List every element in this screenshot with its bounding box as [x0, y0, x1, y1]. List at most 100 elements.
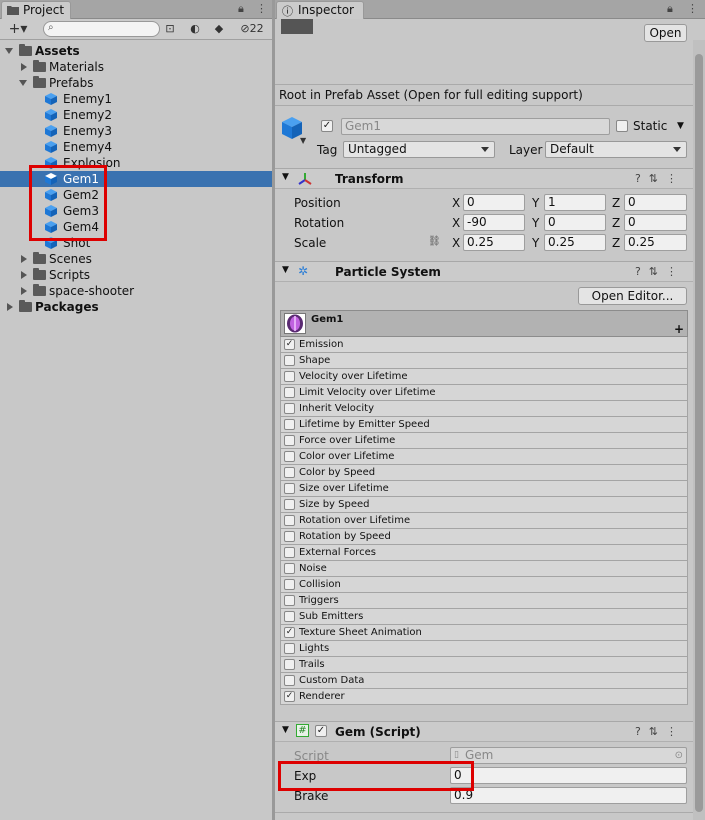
axis-label-x[interactable]: X	[452, 216, 460, 230]
axis-label-z[interactable]: Z	[612, 236, 620, 250]
collapse-arrow-icon[interactable]: ▼	[282, 172, 289, 182]
particle-module-row[interactable]: ✓ Renderer	[280, 689, 688, 705]
module-checkbox[interactable]	[284, 563, 295, 574]
tree-folder-item[interactable]: Packages	[0, 299, 272, 315]
tree-folder-item[interactable]: Prefabs	[0, 75, 272, 91]
module-checkbox[interactable]	[284, 419, 295, 430]
module-checkbox[interactable]	[284, 675, 295, 686]
search-options-icon[interactable]: ⊡	[160, 21, 180, 37]
particle-module-row[interactable]: Rotation by Speed	[280, 529, 688, 545]
scale-z-field[interactable]: 0.25	[624, 234, 687, 251]
particle-module-row[interactable]: Lights	[280, 641, 688, 657]
module-checkbox[interactable]	[284, 499, 295, 510]
module-checkbox[interactable]	[284, 451, 295, 462]
object-name-field[interactable]: Gem1	[341, 118, 610, 135]
module-checkbox[interactable]	[284, 659, 295, 670]
tree-prefab-item[interactable]: Shot	[0, 235, 272, 251]
expand-arrow-right-icon[interactable]	[21, 255, 27, 263]
filter-label-icon[interactable]: ◆	[209, 21, 229, 37]
tab-project[interactable]: Project	[1, 1, 71, 19]
particle-module-row[interactable]: Limit Velocity over Lifetime	[280, 385, 688, 401]
tab-inspector[interactable]: ⓘ Inspector	[276, 1, 364, 19]
preset-icon[interactable]: ⇅	[649, 725, 666, 738]
tree-folder-item[interactable]: Scenes	[0, 251, 272, 267]
static-dropdown-arrow[interactable]: ▼	[677, 121, 684, 131]
axis-label-y[interactable]: Y	[532, 196, 539, 210]
tree-prefab-item[interactable]: Enemy4	[0, 139, 272, 155]
help-icon[interactable]: ?	[635, 725, 649, 738]
expand-arrow-right-icon[interactable]	[21, 287, 27, 295]
particle-module-row[interactable]: Sub Emitters	[280, 609, 688, 625]
module-checkbox[interactable]	[284, 595, 295, 606]
module-checkbox[interactable]	[284, 483, 295, 494]
particle-module-row[interactable]: ✓ Emission	[280, 337, 688, 353]
object-picker-icon[interactable]: ⊙	[675, 748, 683, 763]
transform-header[interactable]: ▼ Transform ?⇅⋮	[275, 168, 693, 189]
lock-icon[interactable]: 🔒︎	[238, 2, 244, 16]
preset-icon[interactable]: ⇅	[649, 265, 666, 278]
module-checkbox[interactable]	[284, 467, 295, 478]
module-checkbox[interactable]	[284, 643, 295, 654]
expand-arrow-right-icon[interactable]	[7, 303, 13, 311]
expand-arrow-down-icon[interactable]	[19, 80, 27, 86]
help-icon[interactable]: ?	[635, 265, 649, 278]
axis-label-y[interactable]: Y	[532, 216, 539, 230]
expand-arrow-down-icon[interactable]	[5, 48, 13, 54]
particle-module-row[interactable]: Force over Lifetime	[280, 433, 688, 449]
particle-module-row[interactable]: Triggers	[280, 593, 688, 609]
collapse-arrow-icon[interactable]: ▼	[282, 725, 289, 735]
tree-folder-item[interactable]: space-shooter	[0, 283, 272, 299]
particle-module-row[interactable]: Trails	[280, 657, 688, 673]
tree-prefab-item[interactable]: Gem4	[0, 219, 272, 235]
filter-type-icon[interactable]: ◐	[185, 21, 205, 37]
module-checkbox[interactable]	[284, 403, 295, 414]
particle-module-row[interactable]: Inherit Velocity	[280, 401, 688, 417]
particle-module-row[interactable]: External Forces	[280, 545, 688, 561]
scale-y-field[interactable]: 0.25	[544, 234, 606, 251]
gem-script-enabled-checkbox[interactable]: ✓	[315, 725, 327, 737]
tree-folder-item[interactable]: Assets	[0, 43, 272, 59]
particle-module-row[interactable]: Velocity over Lifetime	[280, 369, 688, 385]
module-checkbox[interactable]: ✓	[284, 691, 295, 702]
tag-dropdown[interactable]: Untagged	[343, 141, 495, 158]
module-checkbox[interactable]: ✓	[284, 339, 295, 350]
module-checkbox[interactable]	[284, 355, 295, 366]
particle-module-row[interactable]: Shape	[280, 353, 688, 369]
particle-system-main-module[interactable]: Gem1 +	[280, 310, 688, 337]
axis-label-z[interactable]: Z	[612, 196, 620, 210]
rotation-z-field[interactable]: 0	[624, 214, 687, 231]
axis-label-x[interactable]: X	[452, 236, 460, 250]
axis-label-y[interactable]: Y	[532, 236, 539, 250]
particle-module-row[interactable]: Lifetime by Emitter Speed	[280, 417, 688, 433]
position-z-field[interactable]: 0	[624, 194, 687, 211]
layer-dropdown[interactable]: Default	[545, 141, 687, 158]
open-button[interactable]: Open	[644, 24, 687, 42]
particle-module-row[interactable]: Collision	[280, 577, 688, 593]
exp-field[interactable]: 0	[450, 767, 687, 784]
tree-prefab-item[interactable]: Enemy2	[0, 107, 272, 123]
module-checkbox[interactable]	[284, 387, 295, 398]
add-module-button[interactable]: +	[674, 322, 684, 336]
tree-prefab-item[interactable]: Enemy1	[0, 91, 272, 107]
particle-module-row[interactable]: Rotation over Lifetime	[280, 513, 688, 529]
add-button[interactable]: +▾	[3, 21, 33, 37]
module-checkbox[interactable]	[284, 531, 295, 542]
particle-module-row[interactable]: Size by Speed	[280, 497, 688, 513]
particle-module-row[interactable]: ✓ Texture Sheet Animation	[280, 625, 688, 641]
module-checkbox[interactable]	[284, 579, 295, 590]
particle-system-header[interactable]: ▼ ✲ Particle System ?⇅⋮	[275, 261, 693, 282]
menu-dots-icon[interactable]: ⋮	[687, 2, 698, 15]
search-input[interactable]: ⌕	[43, 21, 160, 37]
help-icon[interactable]: ?	[635, 172, 649, 185]
position-x-field[interactable]: 0	[463, 194, 525, 211]
tree-folder-item[interactable]: Materials	[0, 59, 272, 75]
particle-module-row[interactable]: Noise	[280, 561, 688, 577]
particle-module-row[interactable]: Color by Speed	[280, 465, 688, 481]
active-checkbox[interactable]: ✓	[321, 120, 333, 132]
rotation-y-field[interactable]: 0	[544, 214, 606, 231]
particle-module-row[interactable]: Custom Data	[280, 673, 688, 689]
axis-label-z[interactable]: Z	[612, 216, 620, 230]
position-y-field[interactable]: 1	[544, 194, 606, 211]
module-checkbox[interactable]: ✓	[284, 627, 295, 638]
tree-prefab-item[interactable]: Explosion	[0, 155, 272, 171]
